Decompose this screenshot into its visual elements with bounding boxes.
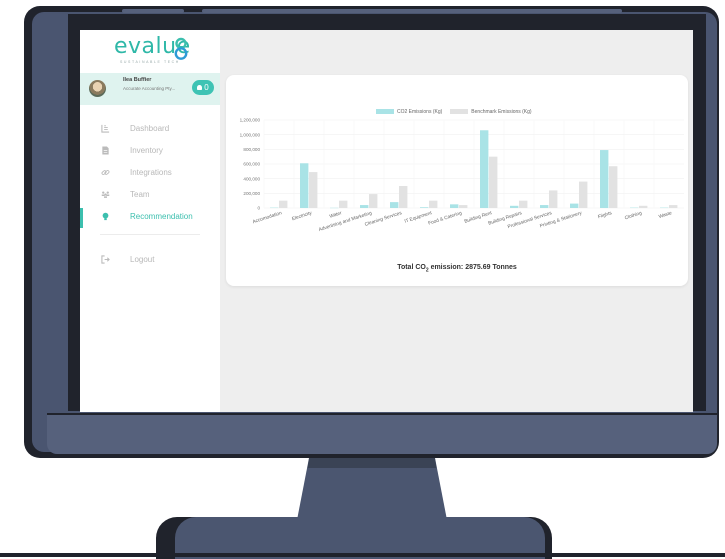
team-icon [101,190,110,199]
x-tick-label: Electricity [291,210,313,222]
logout-button[interactable]: Logout [80,251,220,271]
dashboard-icon [101,124,110,133]
bar-benchmark [609,166,617,208]
sidebar-item-dashboard[interactable]: Dashboard [80,120,220,140]
bar-benchmark [279,201,287,208]
x-tick-label: Waste [658,210,673,220]
inventory-icon [101,146,110,155]
bar-benchmark [669,205,677,208]
bar-co2 [510,206,518,208]
bar-benchmark [369,194,377,208]
y-tick-label: 0 [257,206,260,211]
monitor-notch [202,9,622,13]
y-tick-label: 1,000,000 [240,132,261,137]
active-indicator [80,208,83,228]
total-prefix: Total CO [397,264,426,271]
bar-benchmark [339,201,347,208]
bar-co2 [570,204,578,208]
x-tick-label: Advertising and Marketing [318,210,373,233]
total-emission: Total CO2 emission: 2875.69 Tonnes [226,264,688,273]
y-tick-label: 600,000 [243,162,260,167]
logo-eight-icon [174,37,188,61]
emissions-chart-card: CO2 Emissions (Kg) Benchmark Emissions (… [226,75,688,286]
user-org: Accurate Accounting Pty... [123,86,175,91]
bar-benchmark [519,201,527,208]
bar-co2 [390,202,398,208]
bar-co2 [450,204,458,208]
bar-co2 [540,205,548,208]
x-tick-label: Flights [597,210,613,220]
total-suffix: emission: 2875.69 Tonnes [429,264,517,271]
brand-logo[interactable]: evalue SUSTAINABLE TECH [114,34,194,66]
x-tick-label: Water [329,210,343,220]
bell-icon [197,85,202,90]
sidebar-item-label: Integrations [130,168,172,177]
sidebar-item-label: Team [130,190,150,199]
sidebar-item-team[interactable]: Team [80,186,220,206]
lightbulb-icon [101,212,110,221]
bar-benchmark [639,206,647,208]
bar-benchmark [309,172,317,208]
sidebar-item-label: Recommendation [130,212,193,221]
ground-line [0,553,725,557]
emissions-bar-chart: 0 200,000 400,000 600,000 800,000 1,000,000 1,… [226,75,688,260]
logout-label: Logout [130,255,154,264]
bar-benchmark [579,182,587,208]
user-panel[interactable]: Ilea Buffier Accurate Accounting Pty... … [80,73,220,105]
bar-co2 [360,205,368,208]
bar-co2 [480,130,488,208]
bar-benchmark [489,157,497,208]
user-name: Ilea Buffier [123,77,151,83]
monitor-chin [47,413,717,454]
x-tick-label: Clothing [624,210,643,221]
y-tick-label: 400,000 [243,176,260,181]
bar-co2 [600,150,608,208]
link-icon [101,168,110,177]
x-tick-label: Food & Catering [428,210,463,227]
sidebar-item-integrations[interactable]: Integrations [80,164,220,184]
logout-icon [101,255,110,264]
sidebar-item-inventory[interactable]: Inventory [80,142,220,162]
bar-benchmark [399,186,407,208]
x-tick-label: Accomodation [252,210,283,225]
monitor-notch [122,9,184,13]
monitor-stand-shadow [297,458,447,468]
bar-benchmark [429,201,437,208]
notification-button[interactable]: 0 [192,80,214,95]
nav-divider [100,234,200,235]
avatar[interactable] [89,80,106,97]
sidebar-item-label: Dashboard [130,124,169,133]
y-tick-label: 200,000 [243,191,260,196]
sidebar-item-label: Inventory [130,146,163,155]
logo-tagline: SUSTAINABLE TECH [120,60,180,64]
bar-benchmark [459,205,467,208]
bar-co2 [300,163,308,208]
sidebar: evalue SUSTAINABLE TECH Ilea Buffier Acc… [80,30,220,412]
sidebar-item-recommendation[interactable]: Recommendation [80,208,220,228]
notification-count: 0 [204,83,208,92]
y-tick-label: 1,200,000 [240,118,261,123]
app-screen: evalue SUSTAINABLE TECH Ilea Buffier Acc… [80,30,693,412]
y-tick-label: 800,000 [243,147,260,152]
bar-co2 [420,207,428,208]
bar-benchmark [549,190,557,208]
